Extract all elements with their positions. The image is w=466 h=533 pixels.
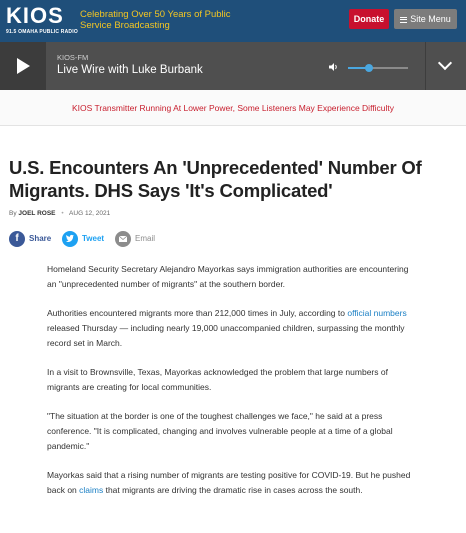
paragraph: In a visit to Brownsville, Texas, Mayork…: [47, 367, 388, 392]
twitter-icon: [62, 231, 78, 247]
logo-subtitle: 91.5 OMAHA PUBLIC RADIO: [6, 29, 78, 35]
chevron-down-icon: [437, 55, 453, 71]
play-button[interactable]: [0, 42, 46, 90]
site-header: KIOS 91.5 OMAHA PUBLIC RADIO Celebrating…: [0, 0, 466, 42]
kios-logo[interactable]: KIOS 91.5 OMAHA PUBLIC RADIO: [6, 3, 78, 39]
byline-author[interactable]: JOEL ROSE: [18, 210, 55, 217]
paragraph: "The situation at the border is one of t…: [47, 411, 393, 451]
hamburger-icon: [400, 16, 408, 23]
facebook-share-label: Share: [29, 234, 52, 243]
site-menu-button[interactable]: Site Menu: [394, 9, 457, 29]
facebook-share-button[interactable]: f Share: [9, 231, 59, 247]
facebook-icon: f: [9, 231, 25, 247]
expand-player-button[interactable]: [425, 42, 466, 90]
volume-icon[interactable]: [329, 63, 339, 71]
email-share-button[interactable]: Email: [115, 231, 165, 247]
transmitter-alert[interactable]: KIOS Transmitter Running At Lower Power,…: [0, 90, 466, 126]
byline-separator: •: [61, 210, 64, 217]
logo-wordmark: KIOS: [6, 3, 64, 28]
paragraph: Mayorkas said that a rising number of mi…: [47, 468, 417, 498]
article-headline: U.S. Encounters An 'Unprecedented' Numbe…: [9, 157, 422, 201]
paragraph: Authorities encountered migrants more th…: [47, 306, 417, 351]
article-body: Homeland Security Secretary Alejandro Ma…: [47, 262, 417, 512]
official-numbers-link[interactable]: official numbers: [347, 308, 406, 318]
paragraph-text: Authorities encountered migrants more th…: [47, 308, 348, 318]
donate-button[interactable]: Donate: [349, 9, 389, 29]
twitter-share-label: Tweet: [82, 234, 105, 243]
email-share-label: Email: [135, 234, 156, 243]
claims-link[interactable]: claims: [79, 485, 103, 495]
volume-slider-handle[interactable]: [365, 64, 373, 72]
volume-slider[interactable]: [348, 64, 408, 72]
paragraph-text: that migrants are driving the dramatic r…: [103, 485, 363, 495]
site-menu-label: Site Menu: [410, 14, 451, 24]
email-icon: [115, 231, 131, 247]
paragraph-text: released Thursday — including nearly 19,…: [47, 323, 405, 348]
paragraph: Homeland Security Secretary Alejandro Ma…: [47, 264, 409, 289]
twitter-share-button[interactable]: Tweet: [62, 231, 112, 247]
play-icon: [17, 58, 30, 74]
byline-prefix: By: [9, 210, 17, 217]
audio-player: KIOS-FM Live Wire with Luke Burbank: [0, 42, 466, 90]
station-tagline: Celebrating Over 50 Years of Public Serv…: [80, 9, 231, 31]
player-station: KIOS-FM: [57, 53, 89, 62]
article-byline: By JOEL ROSE • AUG 12, 2021: [9, 210, 110, 217]
byline-date: AUG 12, 2021: [69, 210, 111, 217]
player-show-title: Live Wire with Luke Burbank: [57, 64, 203, 76]
